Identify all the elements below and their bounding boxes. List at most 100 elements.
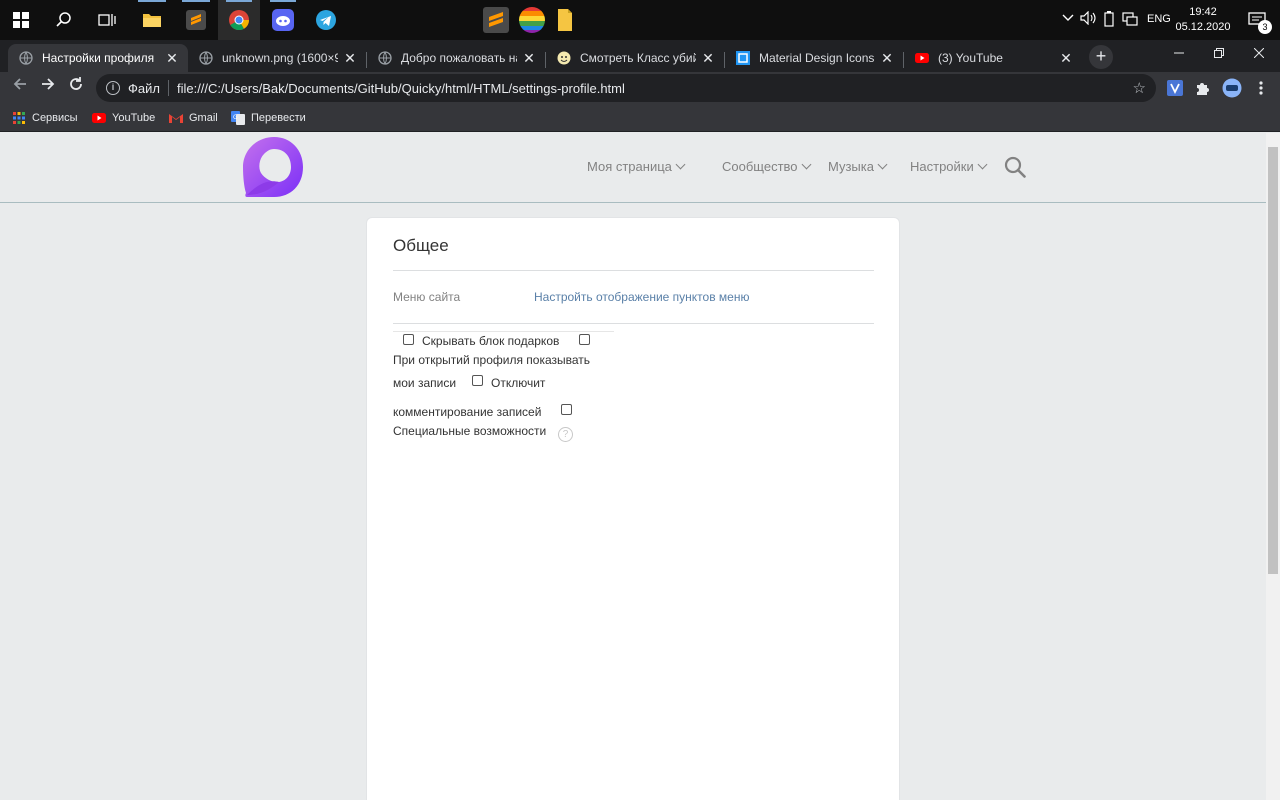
- commenting-checkbox[interactable]: [561, 404, 572, 415]
- chevron-down-icon: [675, 159, 686, 170]
- address-url[interactable]: file:///C:/Users/Bak/Documents/GitHub/Qu…: [177, 81, 625, 96]
- info-icon[interactable]: i: [106, 81, 120, 95]
- search-icon: [1004, 156, 1026, 178]
- extension-v-button[interactable]: [1164, 77, 1186, 99]
- tab-close-icon[interactable]: ✕: [521, 50, 537, 67]
- language-indicator[interactable]: ENG: [1147, 13, 1171, 25]
- tab-close-icon[interactable]: ✕: [700, 50, 716, 67]
- bookmark-translate[interactable]: G Перевести: [231, 109, 306, 127]
- window-minimize-button[interactable]: [1158, 40, 1200, 70]
- folder-icon: [143, 14, 161, 27]
- nav-settings[interactable]: Настройки: [910, 159, 988, 174]
- close-icon: [1253, 47, 1265, 59]
- menu-settings-link[interactable]: Настройть отображение пунктов меню: [534, 290, 749, 304]
- gmail-icon: [169, 111, 183, 125]
- tab-title: (3) YouTube: [938, 51, 1003, 65]
- chrome-icon: [229, 10, 250, 31]
- bookmark-star-icon[interactable]: ☆: [1133, 79, 1146, 97]
- tab-close-icon[interactable]: ✕: [164, 50, 180, 67]
- chevron-down-icon: [877, 159, 888, 170]
- avatar: [1222, 78, 1242, 98]
- tab-youtube[interactable]: (3) YouTube ✕: [904, 44, 1082, 72]
- nav-music[interactable]: Музыка: [828, 159, 888, 174]
- volume-icon[interactable]: [1080, 10, 1096, 28]
- battery-icon[interactable]: [1104, 11, 1114, 30]
- pinned-rainbow-app[interactable]: [517, 0, 547, 40]
- bookmark-youtube[interactable]: YouTube: [92, 109, 155, 127]
- browser-menu-button[interactable]: [1250, 77, 1272, 99]
- bookmark-services[interactable]: Сервисы: [12, 109, 78, 127]
- commenting-label: комментирование записей: [393, 405, 542, 419]
- help-icon[interactable]: ?: [558, 427, 573, 442]
- windows-logo-icon: [13, 12, 29, 28]
- svg-text:G: G: [233, 114, 238, 121]
- globe-icon: [18, 50, 34, 66]
- tab-title: Добро пожаловать на Q: [401, 51, 517, 65]
- taskbar-sublime-text[interactable]: [174, 0, 218, 40]
- bookmark-gmail[interactable]: Gmail: [169, 109, 218, 127]
- nav-community[interactable]: Сообщество: [722, 159, 811, 174]
- tab-close-icon[interactable]: ✕: [342, 50, 358, 67]
- tab-title: Настройки профиля: [42, 51, 155, 65]
- site-search-button[interactable]: [1004, 156, 1026, 178]
- new-tab-button[interactable]: +: [1089, 45, 1113, 69]
- tab-unknown-png[interactable]: unknown.png (1600×900) ✕: [188, 44, 366, 72]
- menu-label: Меню сайта: [393, 290, 461, 304]
- my-posts-checkbox[interactable]: [472, 375, 483, 386]
- tab-settings-profile[interactable]: Настройки профиля ✕: [8, 44, 188, 72]
- youtube-icon: [914, 50, 930, 66]
- taskbar-chrome[interactable]: [218, 0, 260, 40]
- puzzle-icon: [1197, 83, 1209, 95]
- tray-chevron-icon[interactable]: [1062, 13, 1074, 25]
- page-scrollbar[interactable]: [1266, 133, 1280, 800]
- taskbar-search-button[interactable]: [42, 0, 86, 40]
- taskbar-telegram[interactable]: [304, 0, 348, 40]
- hide-gifts-checkbox[interactable]: [579, 334, 590, 345]
- reload-button[interactable]: [64, 76, 88, 100]
- bookmark-label: Сервисы: [32, 112, 78, 124]
- back-button[interactable]: [8, 76, 32, 100]
- nav-my-page[interactable]: Моя страница: [587, 159, 686, 174]
- address-divider: [167, 80, 169, 96]
- window-close-button[interactable]: [1238, 40, 1280, 70]
- disable-label: Отключит: [491, 376, 546, 390]
- chevron-down-icon: [977, 159, 988, 170]
- sublime-text-icon: [186, 10, 206, 30]
- settings-card: Общее Меню сайта Настройть отображение п…: [366, 217, 900, 800]
- pinned-notepad[interactable]: [553, 0, 577, 40]
- scrollbar-thumb[interactable]: [1268, 147, 1278, 574]
- accessibility-label: Специальные возможности: [393, 424, 547, 438]
- extension-v-icon: [1167, 80, 1183, 96]
- hide-gifts-label: Скрывать блок подарков: [422, 334, 560, 348]
- material-design-icon: [735, 50, 751, 66]
- tab-close-icon[interactable]: ✕: [1058, 50, 1074, 67]
- notification-count-badge: 3: [1258, 20, 1272, 34]
- windows-start-button[interactable]: [0, 0, 42, 40]
- globe-icon: [198, 50, 214, 66]
- network-icon[interactable]: [1122, 11, 1138, 30]
- youtube-icon: [92, 111, 106, 125]
- divider: [393, 270, 874, 271]
- task-view-button[interactable]: [86, 0, 128, 40]
- profile-avatar[interactable]: [1221, 77, 1243, 99]
- my-posts-label: мои записи: [393, 376, 457, 390]
- pinned-sublime-text[interactable]: [482, 0, 510, 40]
- divider: [393, 323, 874, 324]
- hide-gifts-checkbox-left[interactable]: [403, 334, 414, 345]
- site-logo[interactable]: [243, 135, 305, 199]
- taskbar-file-explorer[interactable]: [130, 0, 174, 40]
- taskbar-clock[interactable]: 19:42 05.12.2020: [1170, 5, 1236, 35]
- tab-close-icon[interactable]: ✕: [879, 50, 895, 67]
- tab-material-design-icons[interactable]: Material Design Icons ✕: [725, 44, 903, 72]
- taskbar-discord[interactable]: [262, 0, 304, 40]
- forward-button[interactable]: [36, 76, 60, 100]
- tab-assassination-classroom[interactable]: Смотреть Класс убийц 1 ✕: [546, 44, 724, 72]
- address-bar[interactable]: i Файл file:///C:/Users/Bak/Documents/Gi…: [96, 74, 1156, 102]
- window-restore-button[interactable]: [1198, 40, 1240, 70]
- arrow-right-icon: [42, 78, 55, 90]
- anime-site-icon: [556, 50, 572, 66]
- tab-welcome[interactable]: Добро пожаловать на Q ✕: [367, 44, 545, 72]
- quicky-logo-icon: [243, 137, 303, 197]
- extensions-button[interactable]: [1192, 77, 1214, 99]
- notification-center-button[interactable]: 3: [1238, 0, 1276, 40]
